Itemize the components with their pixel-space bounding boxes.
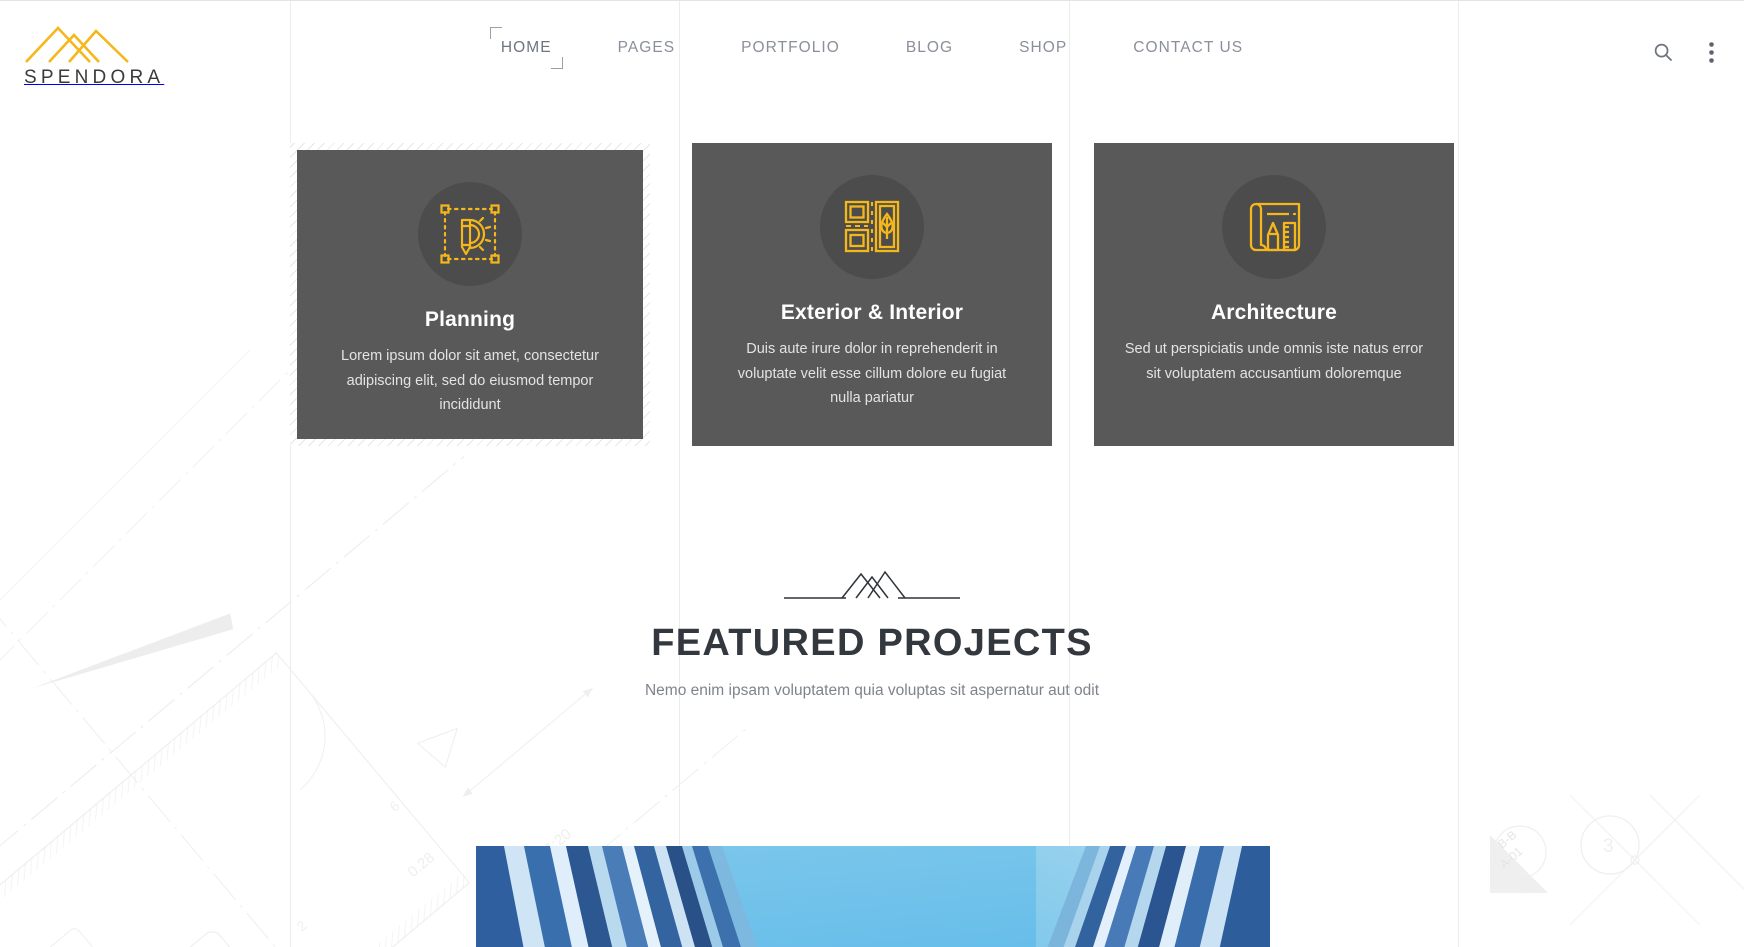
nav-item-pages[interactable]: PAGES (585, 39, 709, 57)
service-title: Planning (424, 308, 516, 331)
blueprint-scroll-pencil-ruler-icon (1249, 202, 1301, 252)
pencil-gear-blueprint-icon (440, 204, 500, 264)
mountain-divider-ornament-icon (784, 570, 960, 599)
service-card-architecture[interactable]: Architecture Sed ut perspiciatis unde om… (1094, 143, 1454, 446)
featured-projects-subtitle: Nemo enim ipsam voluptatem quia voluptas… (644, 682, 1100, 699)
svg-text:6: 6 (386, 797, 402, 814)
svg-text:3: 3 (1603, 836, 1614, 857)
logo-wordmark: SPENDORA (24, 67, 165, 88)
main-navigation: HOME PAGES PORTFOLIO BLOG SHOP CONTACT U… (0, 27, 1744, 69)
nav-item-portfolio[interactable]: PORTFOLIO (708, 39, 873, 57)
top-hairline (0, 0, 1744, 1)
service-description: Duis aute irure dolor in reprehenderit i… (737, 341, 1007, 407)
service-title: Exterior & Interior (780, 301, 964, 324)
blue-skyscrapers-photo (476, 846, 1270, 947)
vertical-dots-menu-icon (1708, 41, 1714, 63)
featured-projects-title: FEATURED PROJECTS (651, 622, 1093, 664)
nav-item-contact-us[interactable]: CONTACT US (1100, 39, 1276, 57)
service-card-planning[interactable]: Planning Lorem ipsum dolor sit amet, con… (290, 143, 650, 446)
search-icon (1654, 43, 1672, 61)
service-icon-wrapper (1222, 175, 1326, 279)
nav-item-shop[interactable]: SHOP (986, 39, 1100, 57)
header-actions (1650, 39, 1724, 65)
svg-text:2: 2 (293, 917, 309, 934)
service-icon-wrapper (418, 182, 522, 286)
svg-text:0.28: 0.28 (405, 849, 438, 881)
site-header: SPENDORA HOME PAGES PORTFOLIO BLOG SHOP … (0, 1, 1744, 104)
featured-projects-section: FEATURED PROJECTS Nemo enim ipsam volupt… (0, 566, 1744, 700)
service-description: Lorem ipsum dolor sit amet, consectetur … (341, 348, 599, 414)
featured-project-image[interactable] (476, 846, 1270, 947)
svg-text:A-01: A-01 (1497, 844, 1526, 871)
nav-item-home[interactable]: HOME (468, 27, 585, 69)
svg-text:B-B: B-B (1495, 828, 1519, 852)
search-button[interactable] (1650, 39, 1676, 65)
door-leaf-window-icon (844, 200, 900, 253)
overflow-menu-button[interactable] (1698, 39, 1724, 65)
service-title: Architecture (1210, 301, 1338, 324)
service-icon-wrapper (820, 175, 924, 279)
nav-item-blog[interactable]: BLOG (873, 39, 986, 57)
service-card-exterior-interior[interactable]: Exterior & Interior Duis aute irure dolo… (692, 143, 1052, 446)
service-description: Sed ut perspiciatis unde omnis iste natu… (1124, 341, 1424, 382)
services-section: Planning Lorem ipsum dolor sit amet, con… (0, 143, 1744, 446)
page-root: 0.34 0.28 1:20 WA2 WA6 6 2 3 B-B A-01 (0, 0, 1744, 947)
